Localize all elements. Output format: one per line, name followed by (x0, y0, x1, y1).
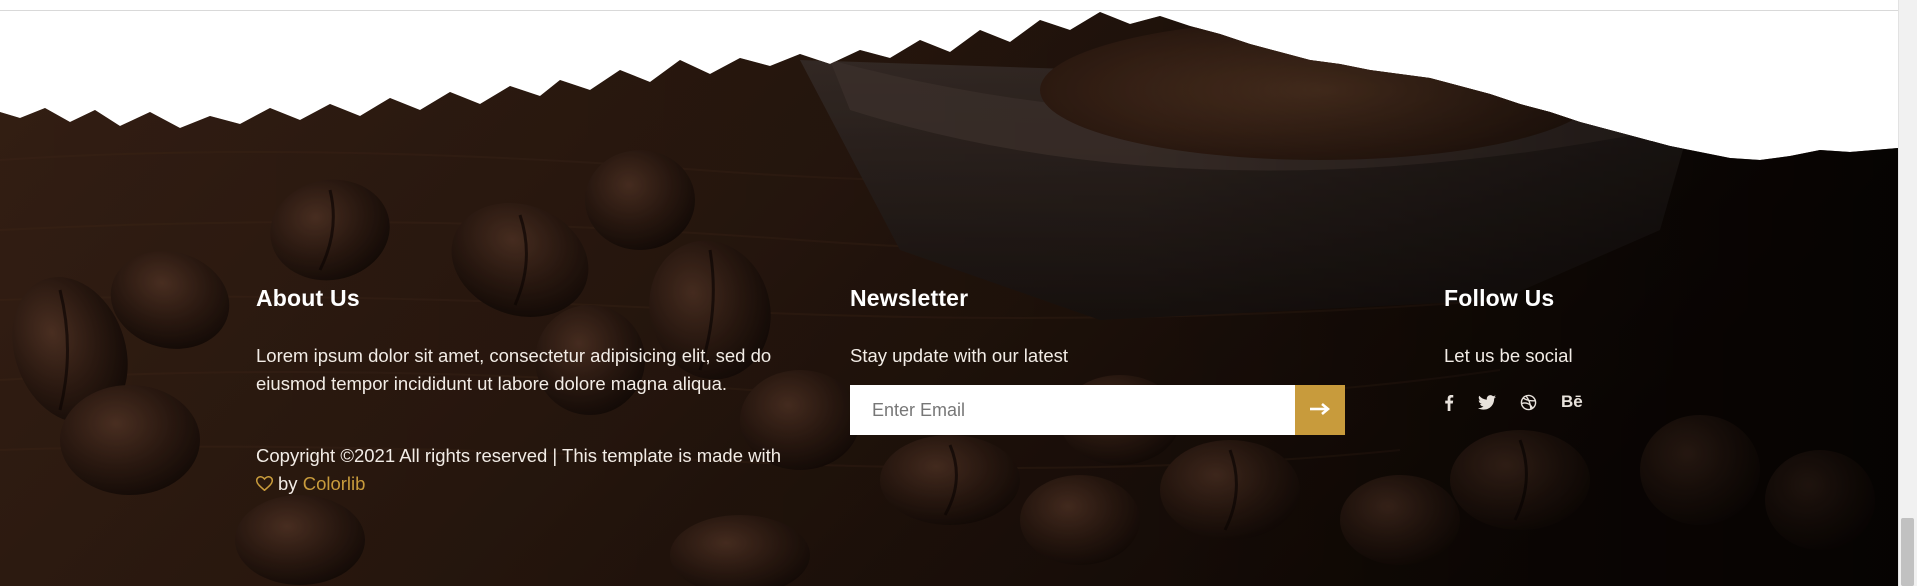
dribbble-icon[interactable] (1520, 394, 1537, 411)
about-text: Lorem ipsum dolor sit amet, consectetur … (256, 345, 772, 394)
follow-heading: Follow Us (1444, 285, 1555, 311)
facebook-icon[interactable] (1444, 394, 1454, 411)
newsletter-text: Stay update with our latest (850, 345, 1069, 366)
social-links: Bē (1444, 390, 1744, 414)
about-heading: About Us (256, 285, 360, 311)
copyright-prefix: Copyright ©2021 All rights reserved | Th… (256, 445, 782, 466)
behance-icon[interactable]: Bē (1561, 392, 1583, 412)
newsletter-column: Newsletter Stay update with our latest (850, 284, 1350, 435)
copyright-by: by (278, 473, 298, 494)
subscribe-button[interactable] (1295, 385, 1345, 435)
copyright-text: Copyright ©2021 All rights reserved | Th… (255, 442, 816, 498)
email-input[interactable] (850, 385, 1295, 435)
site-footer: About Us Lorem ipsum dolor sit amet, con… (0, 0, 1898, 586)
newsletter-form (850, 385, 1345, 435)
about-column: About Us Lorem ipsum dolor sit amet, con… (255, 284, 816, 498)
twitter-icon[interactable] (1478, 394, 1496, 410)
scrollbar[interactable] (1898, 0, 1917, 586)
heart-icon (255, 474, 278, 494)
newsletter-heading: Newsletter (850, 285, 969, 311)
follow-text: Let us be social (1444, 345, 1573, 366)
arrow-right-icon (1310, 402, 1331, 418)
colorlib-link[interactable]: Colorlib (303, 473, 366, 494)
follow-column: Follow Us Let us be social Bē (1444, 284, 1744, 414)
scrollbar-thumb[interactable] (1901, 518, 1914, 586)
